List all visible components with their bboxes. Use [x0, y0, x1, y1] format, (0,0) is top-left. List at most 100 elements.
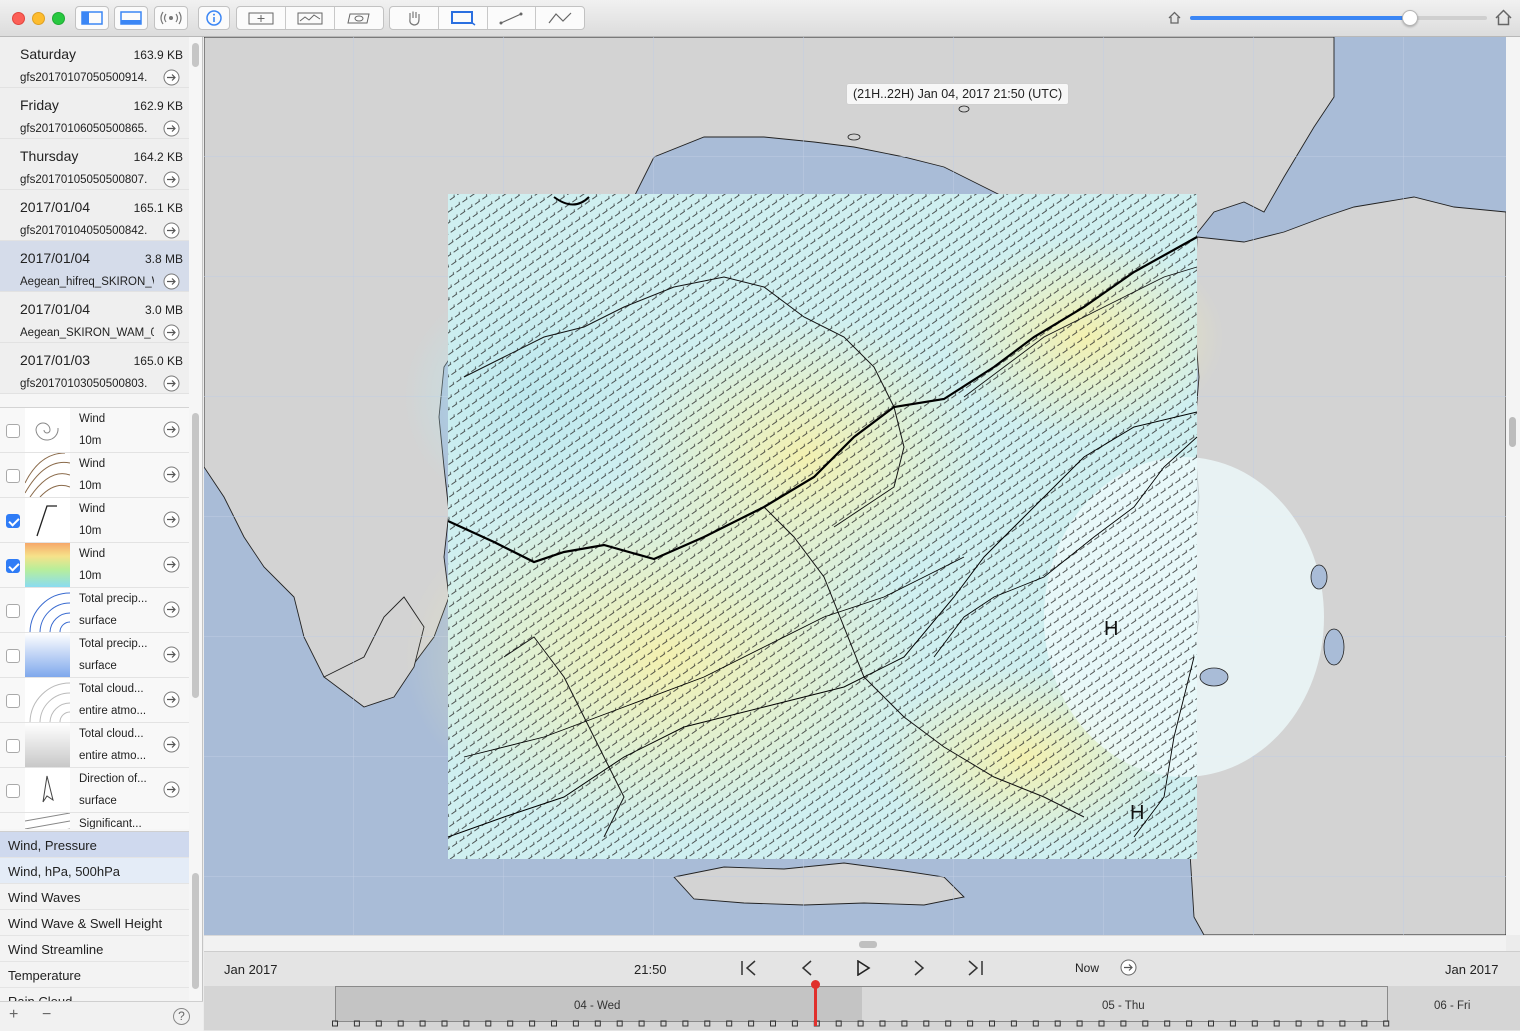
layer-checkbox[interactable] — [6, 649, 20, 663]
layer-checkbox[interactable] — [6, 514, 20, 528]
file-item[interactable]: Saturday 163.9 KB gfs20170107050500914. — [0, 37, 189, 88]
layer-detail-button[interactable] — [163, 736, 180, 758]
map-canvas[interactable]: H H — [204, 37, 1506, 935]
weather-map[interactable]: H H (21H..22H) Jan 04, 2017 21:50 (UTC) — [204, 37, 1506, 935]
timeline-playhead-knob[interactable] — [811, 980, 820, 989]
file-name: gfs20170106050500865. — [20, 123, 148, 135]
toggle-sidebar-button[interactable] — [75, 6, 109, 30]
ruler-line-icon — [499, 12, 523, 25]
zoom-slider-knob[interactable] — [1401, 10, 1418, 26]
file-item[interactable]: Friday 162.9 KB gfs20170106050500865. — [0, 88, 189, 139]
map-view-button[interactable] — [237, 7, 286, 29]
timeline-month-left: Jan 2017 — [224, 962, 278, 977]
sidebar-footer: + − ? — [0, 1001, 203, 1031]
layer-name: Wind — [79, 503, 106, 515]
help-button[interactable]: ? — [173, 1008, 190, 1025]
map-horizontal-scroll-thumb[interactable] — [859, 941, 877, 948]
remove-button[interactable]: − — [42, 1006, 51, 1024]
zoom-window-button[interactable] — [52, 12, 65, 25]
layer-detail-button[interactable] — [163, 601, 180, 623]
toggle-timeline-button[interactable] — [114, 6, 148, 30]
measure-tool-button[interactable] — [488, 7, 537, 29]
layer-checkbox[interactable] — [6, 469, 20, 483]
layer-item[interactable]: Wind 10m — [0, 543, 189, 588]
layer-thumbnail — [25, 588, 70, 632]
preset-item[interactable]: Rain Cloud — [0, 988, 189, 1001]
layer-checkbox[interactable] — [6, 604, 20, 618]
home-icon[interactable] — [1495, 9, 1512, 26]
preset-item[interactable]: Temperature — [0, 962, 189, 988]
preset-list-scrollbar[interactable] — [192, 873, 199, 989]
arrow-circle-icon — [163, 781, 180, 798]
map-horizontal-scrollbar[interactable] — [204, 935, 1506, 951]
select-area-tool-button[interactable] — [439, 7, 488, 29]
graph-view-button[interactable] — [286, 7, 335, 29]
arrow-circle-icon[interactable] — [1120, 959, 1137, 976]
file-title: Thursday — [20, 148, 79, 164]
pan-tool-button[interactable] — [390, 7, 439, 29]
layer-item[interactable]: Significant... — [0, 813, 189, 829]
minimize-window-button[interactable] — [32, 12, 45, 25]
layer-item[interactable]: Total cloud... entire atmo... — [0, 678, 189, 723]
layer-item[interactable]: Wind 10m — [0, 498, 189, 543]
info-button[interactable] — [198, 6, 230, 30]
layer-detail-button[interactable] — [163, 421, 180, 443]
layer-checkbox[interactable] — [6, 424, 20, 438]
route-tool-button[interactable] — [536, 7, 584, 29]
zoom-slider[interactable] — [1190, 10, 1487, 26]
toolbar — [0, 0, 1520, 37]
file-title: 2017/01/04 — [20, 250, 91, 266]
home-icon[interactable] — [1168, 11, 1181, 24]
skip-to-end-icon[interactable] — [966, 960, 984, 976]
close-window-button[interactable] — [12, 12, 25, 25]
preset-item[interactable]: Wind Wave & Swell Height — [0, 910, 189, 936]
layer-level: surface — [79, 795, 117, 807]
file-item[interactable]: 2017/01/03 165.0 KB gfs20170103050500803. — [0, 343, 189, 394]
layer-checkbox[interactable] — [6, 694, 20, 708]
add-button[interactable]: + — [9, 1006, 18, 1024]
preset-item[interactable]: Wind Waves — [0, 884, 189, 910]
preset-item[interactable]: Wind Streamline — [0, 936, 189, 962]
day-label-fri: 06 - Fri — [1434, 1000, 1471, 1012]
map-vertical-scroll-thumb[interactable] — [1509, 417, 1516, 447]
layer-level: 10m — [79, 435, 102, 447]
map-vertical-scrollbar[interactable] — [1506, 37, 1520, 935]
preset-item[interactable]: Wind, Pressure — [0, 832, 189, 858]
layer-checkbox[interactable] — [6, 739, 20, 753]
layer-detail-button[interactable] — [163, 511, 180, 533]
download-button[interactable] — [154, 6, 188, 30]
skip-to-start-icon[interactable] — [740, 960, 758, 976]
layer-item[interactable]: Total precip... surface — [0, 633, 189, 678]
layer-detail-button[interactable] — [163, 466, 180, 488]
layer-item[interactable]: Direction of... surface — [0, 768, 189, 813]
route-view-button[interactable] — [335, 7, 383, 29]
layer-checkbox[interactable] — [6, 559, 20, 573]
layer-thumbnail — [25, 678, 70, 722]
step-forward-icon[interactable] — [912, 960, 926, 976]
layer-detail-button[interactable] — [163, 646, 180, 668]
file-title: 2017/01/04 — [20, 199, 91, 215]
file-item[interactable]: 2017/01/04 3.8 MB Aegean_hifreq_SKIRON_W — [0, 241, 189, 292]
layer-checkbox[interactable] — [6, 784, 20, 798]
layer-detail-button[interactable] — [163, 781, 180, 803]
layer-detail-button[interactable] — [163, 556, 180, 578]
play-icon[interactable] — [855, 960, 871, 976]
layer-item[interactable]: Wind 10m — [0, 453, 189, 498]
layer-thumbnail — [25, 723, 70, 767]
preset-item[interactable]: Wind, hPa, 500hPa — [0, 858, 189, 884]
layer-detail-button[interactable] — [163, 691, 180, 713]
step-back-icon[interactable] — [800, 960, 814, 976]
file-size: 163.9 KB — [133, 48, 183, 62]
file-item[interactable]: 2017/01/04 165.1 KB gfs20170104050500842. — [0, 190, 189, 241]
layer-item[interactable]: Wind 10m — [0, 408, 189, 453]
file-open-button[interactable] — [163, 375, 180, 395]
file-item[interactable]: Thursday 164.2 KB gfs20170105050500807. — [0, 139, 189, 190]
timeline-ribbon[interactable]: 04 - Wed 05 - Thu 06 - Fri — [204, 980, 1520, 1030]
layer-item[interactable]: Total precip... surface — [0, 588, 189, 633]
layer-list-scrollbar[interactable] — [192, 413, 199, 698]
file-item[interactable]: 2017/01/04 3.0 MB Aegean_SKIRON_WAM_04 — [0, 292, 189, 343]
file-list-scrollbar[interactable] — [192, 43, 199, 67]
day-label-thu: 05 - Thu — [1102, 1000, 1145, 1012]
layer-item[interactable]: Total cloud... entire atmo... — [0, 723, 189, 768]
now-button-label[interactable]: Now — [1075, 961, 1099, 975]
